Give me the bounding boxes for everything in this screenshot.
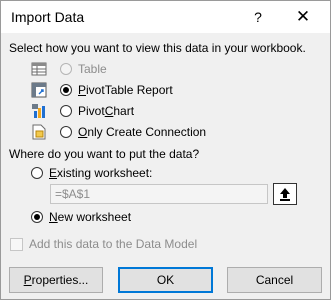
arrow-up-icon	[280, 188, 290, 201]
data-model-label: Add this data to the Data Model	[29, 237, 198, 251]
radio-pivotchart[interactable]	[60, 105, 72, 117]
radio-connection[interactable]	[60, 126, 72, 138]
connection-label: Only Create Connection	[78, 125, 207, 139]
title-bar: Import Data ? ✕	[1, 1, 330, 33]
existing-worksheet-label: Existing worksheet:	[49, 166, 153, 180]
import-data-dialog: Import Data ? ✕ Select how you want to v…	[0, 0, 331, 300]
table-label: Table	[78, 62, 107, 76]
radio-table[interactable]	[60, 63, 72, 75]
table-icon	[31, 62, 47, 76]
view-option-pivottable[interactable]: PivotTable Report	[60, 81, 173, 99]
data-model-option[interactable]: Add this data to the Data Model	[10, 237, 197, 251]
location-new-option[interactable]: New worksheet	[31, 208, 131, 226]
dialog-title: Import Data	[11, 9, 85, 25]
radio-pivottable[interactable]	[60, 84, 72, 96]
pivottable-label: PivotTable Report	[78, 83, 173, 97]
help-button[interactable]: ?	[245, 5, 271, 29]
location-prompt: Where do you want to put the data?	[9, 147, 200, 161]
close-button[interactable]: ✕	[290, 5, 316, 29]
existing-worksheet-input[interactable]: =$A$1	[50, 184, 268, 204]
cancel-button[interactable]: Cancel	[227, 267, 322, 293]
properties-button[interactable]: Properties...	[9, 267, 103, 293]
connection-icon	[32, 124, 46, 140]
pivottable-icon	[31, 82, 47, 98]
view-option-table[interactable]: Table	[60, 60, 107, 78]
view-prompt: Select how you want to view this data in…	[9, 41, 306, 55]
data-model-checkbox[interactable]	[10, 237, 23, 251]
view-option-pivotchart[interactable]: PivotChart	[60, 102, 134, 120]
radio-new-worksheet[interactable]	[31, 211, 43, 223]
collapse-dialog-button[interactable]	[273, 183, 297, 205]
radio-existing-worksheet[interactable]	[31, 167, 43, 179]
new-worksheet-label: New worksheet	[49, 210, 132, 224]
pivotchart-label: PivotChart	[78, 104, 135, 118]
view-option-connection[interactable]: Only Create Connection	[60, 123, 206, 141]
location-existing-option[interactable]: Existing worksheet:	[31, 164, 152, 182]
pivotchart-icon	[32, 104, 45, 118]
ok-button[interactable]: OK	[118, 267, 213, 293]
